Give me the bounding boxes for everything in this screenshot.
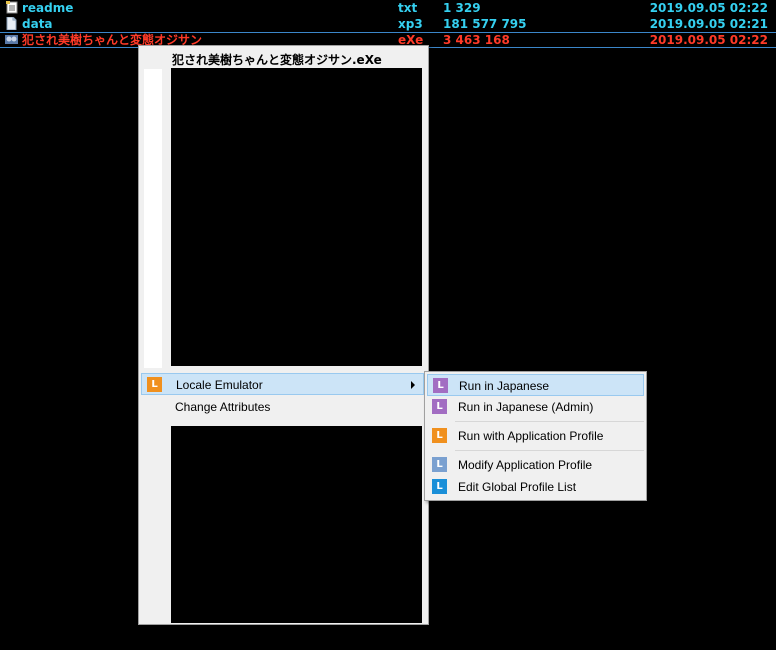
- run-profile-icon: L: [432, 428, 447, 443]
- submenu-item-run-japanese[interactable]: L Run in Japanese: [427, 374, 644, 396]
- submenu-item-label: Run in Japanese: [459, 379, 550, 393]
- submenu-arrow-icon: [411, 381, 415, 389]
- file-size: 181 577 795: [443, 17, 527, 31]
- file-manager-window: readme txt 1 329 2019.09.05 02:22 data x…: [0, 0, 776, 650]
- modify-profile-icon: L: [432, 457, 447, 472]
- file-row-readme[interactable]: readme txt 1 329 2019.09.05 02:22: [0, 0, 776, 16]
- file-name: data: [22, 17, 53, 31]
- preview-title: 犯され美樹ちゃんと変態オジサン.eXe: [172, 53, 382, 67]
- thumbnail-preview: [171, 68, 422, 366]
- menu-extension-area: [171, 426, 422, 623]
- submenu-item-label: Run with Application Profile: [458, 429, 604, 443]
- submenu-item-edit-global-profile[interactable]: L Edit Global Profile List: [427, 476, 644, 498]
- file-size: 3 463 168: [443, 33, 510, 47]
- file-row-data[interactable]: data xp3 181 577 795 2019.09.05 02:21: [0, 16, 776, 32]
- menu-item-label: Change Attributes: [175, 400, 271, 414]
- submenu-item-label: Run in Japanese (Admin): [458, 400, 594, 414]
- menu-separator: [455, 421, 644, 422]
- menu-item-change-attributes[interactable]: Change Attributes: [141, 396, 424, 418]
- file-date: 2019.09.05 02:21: [649, 17, 768, 31]
- file-date: 2019.09.05 02:22: [649, 33, 768, 47]
- locale-emulator-submenu: L Run in Japanese L Run in Japanese (Adm…: [424, 371, 647, 501]
- submenu-item-run-japanese-admin[interactable]: L Run in Japanese (Admin): [427, 396, 644, 418]
- exe-icon: [5, 35, 18, 44]
- menu-item-locale-emulator[interactable]: L Locale Emulator: [141, 373, 424, 395]
- run-japanese-icon: L: [433, 378, 448, 393]
- submenu-item-label: Modify Application Profile: [458, 458, 593, 472]
- file-ext: xp3: [398, 17, 423, 31]
- file-name: readme: [22, 1, 74, 15]
- file-date: 2019.09.05 02:22: [649, 1, 768, 15]
- file-icon: [6, 17, 17, 30]
- file-ext: txt: [398, 1, 418, 15]
- menu-gutter-strip: [144, 69, 162, 368]
- run-japanese-admin-icon: L: [432, 399, 447, 414]
- context-menu: 犯され美樹ちゃんと変態オジサン.eXe L Locale Emulator Ch…: [138, 45, 429, 625]
- menu-separator: [455, 450, 644, 451]
- submenu-item-modify-profile[interactable]: L Modify Application Profile: [427, 454, 644, 476]
- locale-emulator-icon: L: [147, 377, 162, 392]
- text-file-icon: [6, 1, 18, 14]
- menu-item-label: Locale Emulator: [176, 378, 263, 392]
- submenu-item-run-with-profile[interactable]: L Run with Application Profile: [427, 425, 644, 447]
- edit-global-icon: L: [432, 479, 447, 494]
- file-size: 1 329: [443, 1, 481, 15]
- submenu-item-label: Edit Global Profile List: [458, 480, 577, 494]
